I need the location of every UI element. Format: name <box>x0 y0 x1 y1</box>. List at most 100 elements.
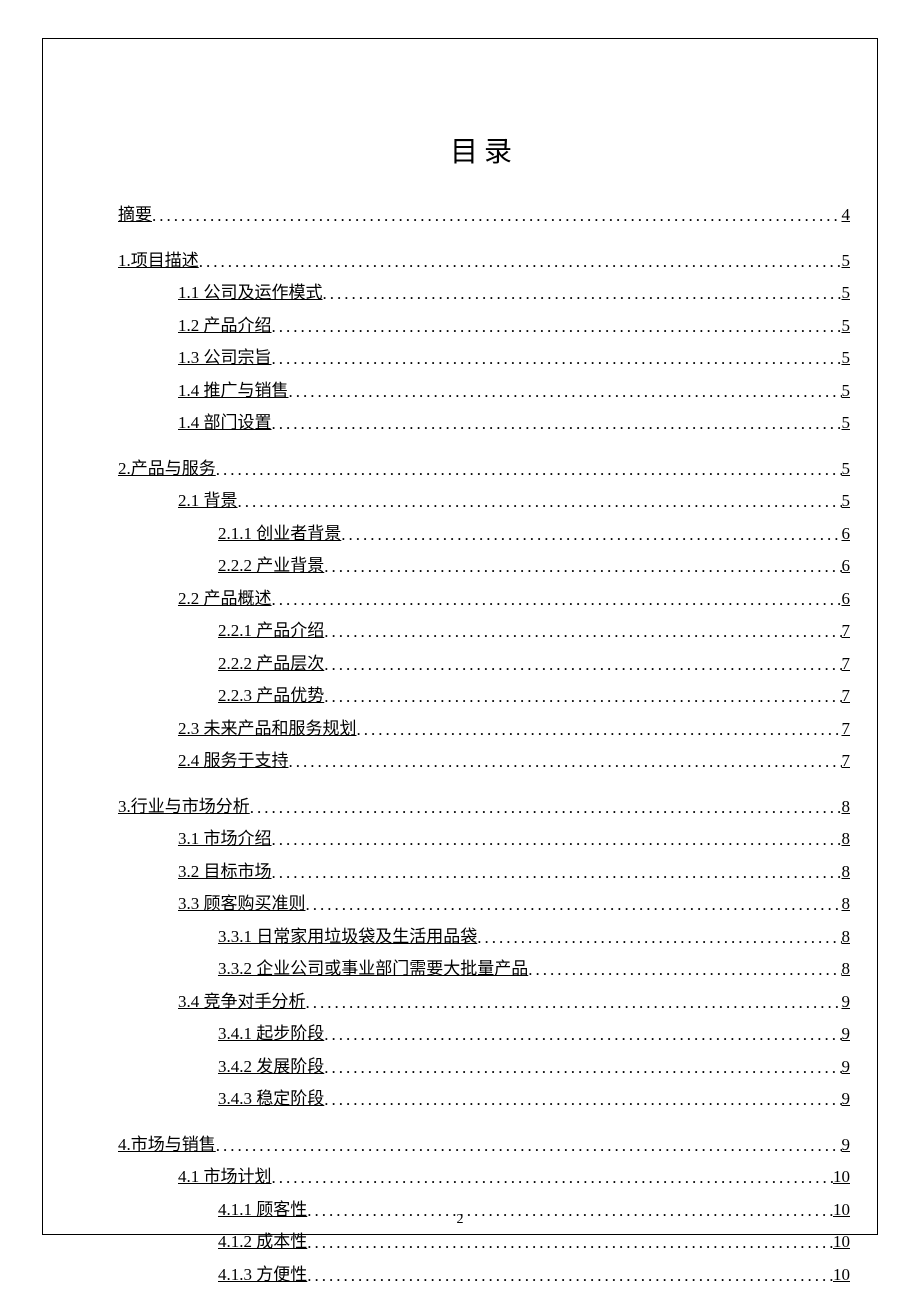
toc-entry-text: 2.2 产品概述 <box>178 586 272 612</box>
toc-leader-dots <box>477 925 841 951</box>
toc-entry-page: 5 <box>842 280 851 306</box>
toc-leader-dots <box>528 957 841 983</box>
toc-leader-dots <box>341 522 841 548</box>
toc-entry-page: 9 <box>842 989 851 1015</box>
toc-entry[interactable]: 2.4 服务于支持 7 <box>178 748 850 774</box>
toc-entry-text: 3.4.1 起步阶段 <box>218 1021 324 1047</box>
toc-entry-text: 2.2.3 产品优势 <box>218 683 324 709</box>
toc-entry[interactable]: 3.4.3 稳定阶段9 <box>218 1086 850 1112</box>
toc-entry[interactable]: 摘要4 <box>118 202 850 228</box>
toc-entry[interactable]: 4.市场与销售9 <box>118 1132 850 1158</box>
toc-leader-dots <box>324 1055 841 1081</box>
toc-entry-page: 7 <box>842 748 851 774</box>
toc-leader-dots <box>199 249 842 275</box>
toc-entry[interactable]: 3.3.2 企业公司或事业部门需要大批量产品8 <box>218 956 850 982</box>
toc-leader-dots <box>152 203 842 229</box>
toc-title: 目录 <box>118 130 850 170</box>
toc-leader-dots <box>324 1087 841 1113</box>
toc-entry[interactable]: 2.2.3 产品优势7 <box>218 683 850 709</box>
toc-entry-text: 3.2 目标市场 <box>178 859 272 885</box>
toc-entry-text: 1.2 产品介绍 <box>178 313 272 339</box>
toc-leader-dots <box>216 1133 842 1159</box>
toc-leader-dots <box>324 1022 841 1048</box>
toc-leader-dots <box>306 892 842 918</box>
toc-leader-dots <box>324 619 841 645</box>
toc-entry-text: 3.4 竞争对手分析 <box>178 989 306 1015</box>
toc-entry[interactable]: 3.3 顾客购买准则 8 <box>178 891 850 917</box>
toc-entry-text: 3.3.1 日常家用垃圾袋及生活用品袋 <box>218 924 477 950</box>
toc-entry[interactable]: 2.1 背景5 <box>178 488 850 514</box>
toc-entry[interactable]: 3.4.1 起步阶段9 <box>218 1021 850 1047</box>
toc-entry[interactable]: 3.行业与市场分析 8 <box>118 794 850 820</box>
toc-entry-page: 8 <box>842 891 851 917</box>
toc-entry[interactable]: 2.2 产品概述6 <box>178 586 850 612</box>
toc-entry-text: 4.市场与销售 <box>118 1132 216 1158</box>
toc-entry-text: 1.4 推广与销售 <box>178 378 289 404</box>
toc-entry[interactable]: 2.2.2 产品层次 7 <box>218 651 850 677</box>
toc-entry-page: 6 <box>842 553 851 579</box>
toc-leader-dots <box>272 346 842 372</box>
toc-entry[interactable]: 3.1 市场介绍8 <box>178 826 850 852</box>
toc-entry[interactable]: 4.1.2 成本性10 <box>218 1229 850 1255</box>
toc-entry-page: 7 <box>842 651 851 677</box>
toc-leader-dots <box>324 684 841 710</box>
toc-entry-page: 8 <box>842 859 851 885</box>
toc-entry-text: 2.3 未来产品和服务规划 <box>178 716 357 742</box>
toc-entry[interactable]: 4.1 市场计划 10 <box>178 1164 850 1190</box>
toc-leader-dots <box>272 314 842 340</box>
toc-entry[interactable]: 2.2.1 产品介绍 7 <box>218 618 850 644</box>
toc-entry-page: 5 <box>842 456 851 482</box>
toc-leader-dots <box>216 457 842 483</box>
toc-entry-text: 3.行业与市场分析 <box>118 794 250 820</box>
toc-entry-text: 1.项目描述 <box>118 248 199 274</box>
toc-entry-text: 2.2.1 产品介绍 <box>218 618 324 644</box>
toc-entry-text: 3.3 顾客购买准则 <box>178 891 306 917</box>
toc-leader-dots <box>306 990 842 1016</box>
toc-leader-dots <box>272 587 842 613</box>
page-number: 2 <box>0 1212 920 1228</box>
toc-entry-page: 8 <box>842 794 851 820</box>
toc-entry-page: 9 <box>842 1054 851 1080</box>
toc-entry[interactable]: 3.4.2 发展阶段 9 <box>218 1054 850 1080</box>
toc-entry[interactable]: 1.4 推广与销售 5 <box>178 378 850 404</box>
toc-entry-page: 5 <box>842 378 851 404</box>
toc-leader-dots <box>324 554 841 580</box>
toc-list: 摘要41.项目描述51.1 公司及运作模式51.2 产品介绍51.3 公司宗旨5… <box>118 202 850 1287</box>
toc-entry[interactable]: 1.3 公司宗旨5 <box>178 345 850 371</box>
toc-entry-page: 8 <box>842 826 851 852</box>
toc-entry-page: 10 <box>833 1164 850 1190</box>
toc-leader-dots <box>238 489 842 515</box>
toc-entry-text: 2.2.2 产业背景 <box>218 553 324 579</box>
toc-entry-page: 7 <box>842 716 851 742</box>
toc-entry[interactable]: 1.2 产品介绍 5 <box>178 313 850 339</box>
toc-leader-dots <box>250 795 842 821</box>
toc-entry[interactable]: 3.4 竞争对手分析 9 <box>178 989 850 1015</box>
toc-entry[interactable]: 1.1 公司及运作模式5 <box>178 280 850 306</box>
toc-entry[interactable]: 3.3.1 日常家用垃圾袋及生活用品袋 8 <box>218 924 850 950</box>
toc-entry[interactable]: 3.2 目标市场 8 <box>178 859 850 885</box>
toc-leader-dots <box>289 749 842 775</box>
toc-leader-dots <box>323 281 842 307</box>
toc-entry-page: 6 <box>842 521 851 547</box>
toc-entry-page: 5 <box>842 410 851 436</box>
toc-leader-dots <box>357 717 842 743</box>
toc-entry[interactable]: 1.4 部门设置 5 <box>178 410 850 436</box>
toc-entry[interactable]: 1.项目描述 5 <box>118 248 850 274</box>
toc-entry-text: 3.4.2 发展阶段 <box>218 1054 324 1080</box>
toc-entry-text: 4.1 市场计划 <box>178 1164 272 1190</box>
toc-entry-text: 2.2.2 产品层次 <box>218 651 324 677</box>
toc-entry-page: 5 <box>842 313 851 339</box>
toc-entry-page: 5 <box>842 345 851 371</box>
toc-entry-text: 2.4 服务于支持 <box>178 748 289 774</box>
toc-entry-text: 1.4 部门设置 <box>178 410 272 436</box>
toc-entry[interactable]: 2.产品与服务5 <box>118 456 850 482</box>
toc-entry[interactable]: 4.1.3 方便性10 <box>218 1262 850 1288</box>
toc-entry[interactable]: 2.3 未来产品和服务规划 7 <box>178 716 850 742</box>
toc-content: 目录 摘要41.项目描述51.1 公司及运作模式51.2 产品介绍51.3 公司… <box>118 130 850 1294</box>
toc-entry-page: 8 <box>842 924 851 950</box>
toc-entry-page: 7 <box>842 618 851 644</box>
toc-entry-text: 4.1.2 成本性 <box>218 1229 307 1255</box>
toc-entry-page: 5 <box>842 248 851 274</box>
toc-entry[interactable]: 2.1.1 创业者背景6 <box>218 521 850 547</box>
toc-entry[interactable]: 2.2.2 产业背景 6 <box>218 553 850 579</box>
